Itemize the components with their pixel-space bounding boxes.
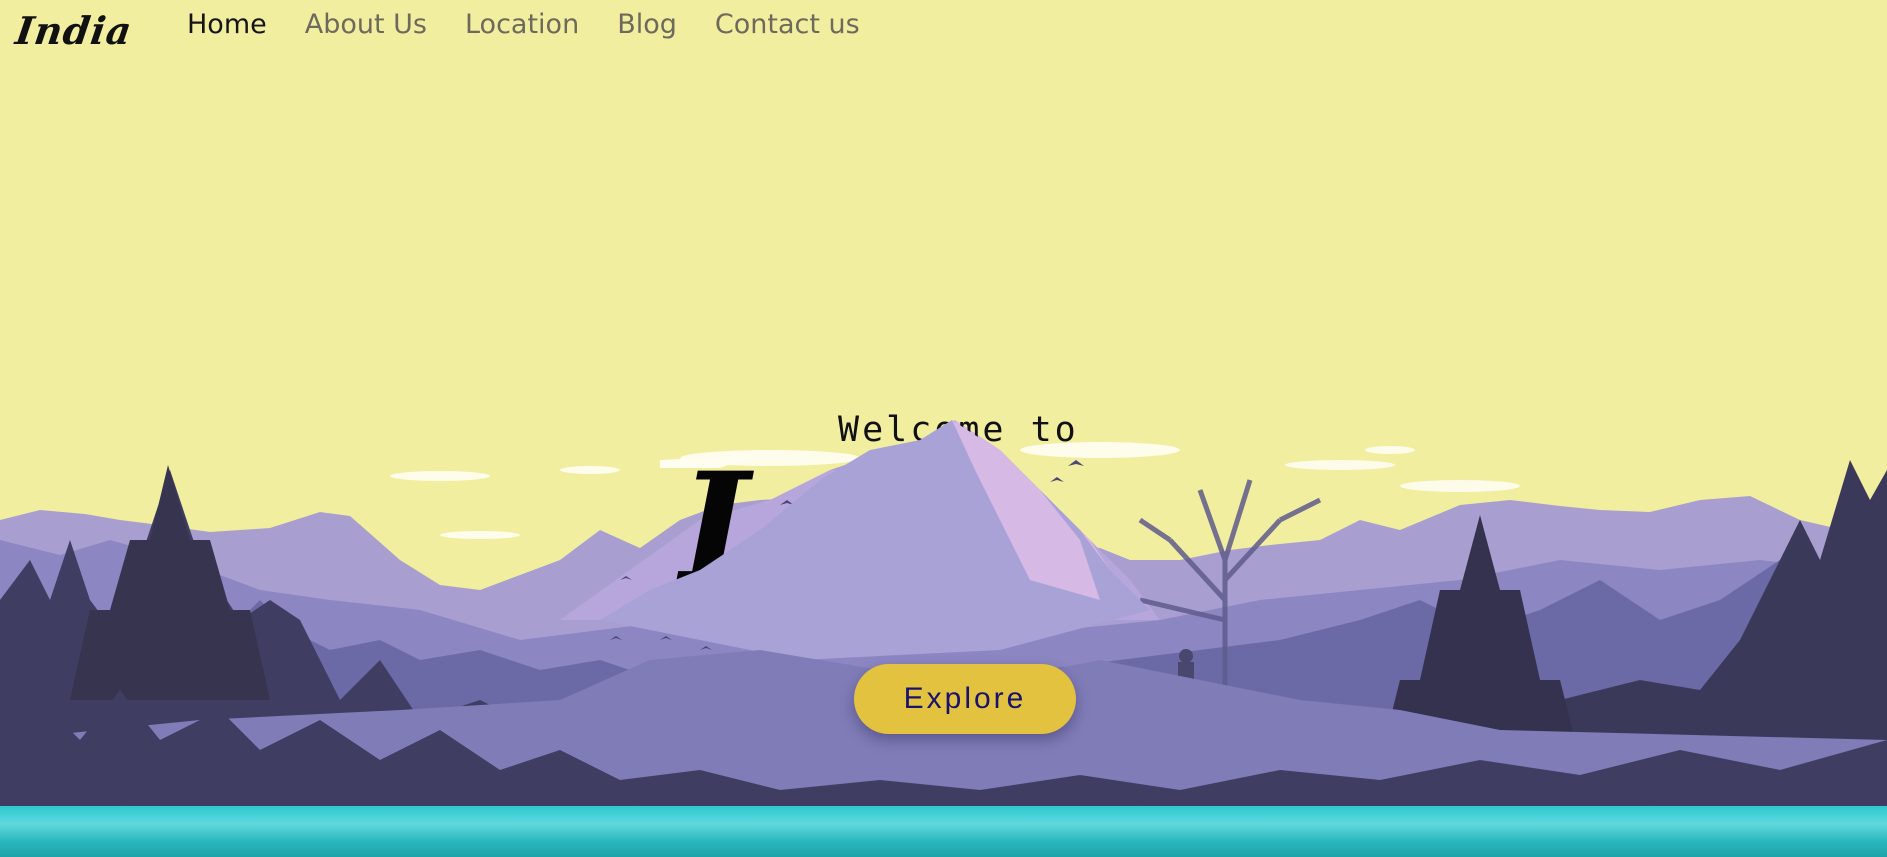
nav-contact-us[interactable]: Contact us bbox=[715, 8, 860, 42]
nav-location[interactable]: Location bbox=[465, 8, 579, 42]
welcome-text: Welcome to bbox=[838, 410, 1079, 450]
nav-about-us[interactable]: About Us bbox=[305, 8, 427, 42]
nav-links: Home About Us Location Blog Contact us bbox=[187, 8, 860, 42]
water bbox=[0, 806, 1887, 857]
logo[interactable]: India bbox=[13, 8, 135, 53]
navbar: India Home About Us Location Blog Contac… bbox=[0, 0, 1887, 56]
page: Welcome to I Explore India Home About Us… bbox=[0, 0, 1887, 857]
nav-home[interactable]: Home bbox=[187, 8, 267, 42]
hero-title: I bbox=[680, 440, 751, 616]
nav-blog[interactable]: Blog bbox=[617, 8, 677, 42]
explore-button[interactable]: Explore bbox=[854, 664, 1076, 734]
